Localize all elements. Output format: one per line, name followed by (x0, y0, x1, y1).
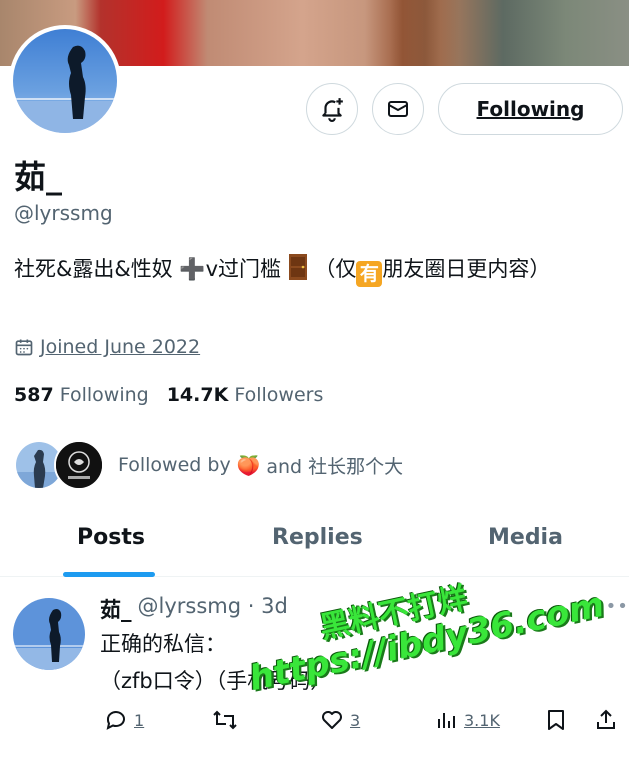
avatar-photo (13, 29, 117, 133)
profile-avatar[interactable] (9, 25, 121, 137)
message-button[interactable] (372, 83, 424, 135)
display-name: 茹_ (14, 158, 63, 196)
post-text-line2: （zfb口令）（手机号码） (100, 669, 332, 693)
like-action[interactable]: 3 (320, 708, 360, 732)
post-meta: @lyrssmg · 3d (137, 594, 288, 618)
following-label: Following (59, 384, 149, 406)
views-count: 3.1K (464, 710, 500, 730)
follow-stats: 587 Following 14.7K Followers (14, 384, 323, 406)
calendar-icon (15, 339, 33, 356)
bookmark-action[interactable] (545, 708, 567, 732)
post-author-name[interactable]: 茹_ (100, 594, 132, 624)
followed-by-suffix: and 社长那个大 (266, 455, 404, 478)
post-avatar[interactable] (13, 598, 85, 670)
profile-bio: 社死&露出&性奴 ➕v过门槛 （仅有朋友圈日更内容） (14, 253, 614, 289)
banner-shade (390, 0, 460, 66)
following-count: 587 (14, 384, 54, 406)
following-button[interactable]: Following (438, 83, 623, 135)
door-icon (288, 254, 308, 289)
bio-text-1: 社死&露出&性奴 ➕v过门槛 (14, 257, 282, 281)
repost-action[interactable] (212, 708, 238, 732)
bell-plus-icon (322, 98, 343, 122)
post-header: 茹_ @lyrssmg · 3d (100, 594, 288, 624)
followers-label: Followers (234, 384, 324, 406)
repost-icon (213, 710, 237, 730)
reply-count: 1 (134, 710, 145, 730)
tab-replies[interactable]: Replies (272, 525, 363, 550)
bookmark-icon (548, 710, 564, 730)
notify-button[interactable] (306, 83, 358, 135)
more-options-icon[interactable]: ••• (594, 596, 629, 617)
followed-by-prefix: Followed by (118, 454, 231, 476)
views-action[interactable]: 3.1K (434, 708, 500, 732)
tab-media[interactable]: Media (488, 525, 563, 550)
active-tab-indicator (63, 572, 155, 577)
share-icon (597, 709, 615, 729)
profile-tabs: Posts Replies Media (0, 515, 629, 577)
bio-text-2: （仅 (314, 257, 357, 281)
like-count: 3 (350, 710, 361, 730)
post-text-line1: 正确的私信： (100, 632, 226, 656)
peach-icon: 🍑 (236, 454, 261, 477)
joined-text: Joined June 2022 (40, 336, 201, 358)
you-badge-icon: 有 (356, 261, 383, 287)
tab-posts[interactable]: Posts (77, 525, 145, 550)
share-action[interactable] (595, 708, 617, 732)
followed-by-text: Followed by 🍑 and 社长那个大 (118, 452, 403, 479)
following-stat[interactable]: 587 Following (14, 384, 149, 406)
followed-by-row[interactable]: Followed by 🍑 and 社长那个大 (14, 440, 403, 490)
reply-action[interactable]: 1 (104, 708, 144, 732)
follower-avatar-2 (54, 440, 104, 490)
bio-text-3: 朋友圈日更内容） (382, 257, 551, 281)
followers-stat[interactable]: 14.7K Followers (167, 384, 324, 406)
reply-icon (106, 711, 125, 730)
followers-count: 14.7K (166, 384, 229, 406)
post-item[interactable]: 茹_ @lyrssmg · 3d ••• 正确的私信： （zfb口令）（手机号码… (0, 578, 629, 767)
post-actions: 1 3 3.1K (0, 708, 629, 744)
heart-icon (322, 711, 342, 729)
envelope-icon (388, 101, 408, 117)
joined-date: Joined June 2022 (14, 336, 200, 358)
views-chart-icon (438, 713, 455, 728)
user-handle: @lyrssmg (14, 201, 113, 225)
